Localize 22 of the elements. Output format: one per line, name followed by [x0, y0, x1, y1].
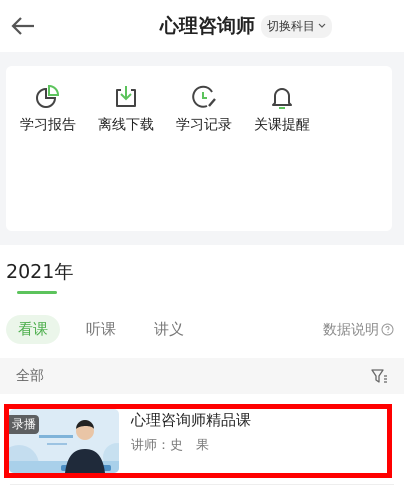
download-icon [113, 84, 139, 110]
switch-subject-button[interactable]: 切换科目 [261, 14, 332, 38]
year-title: 2021年 [6, 260, 74, 285]
shortcut-button[interactable]: 学习报告 [16, 84, 80, 134]
back-icon[interactable] [10, 16, 36, 36]
page-title: 心理咨询师 [160, 14, 255, 39]
shortcut-button[interactable]: 关课提醒 [250, 84, 314, 134]
course-item[interactable]: 录播 心理咨询师精品课 讲师：史 果 [4, 404, 392, 478]
filter-icon[interactable] [370, 367, 388, 385]
course-title: 心理咨询师精品课 [131, 411, 251, 430]
tab[interactable]: 讲义 [142, 315, 196, 344]
shortcut-button[interactable]: 离线下载 [94, 84, 158, 134]
filter-label[interactable]: 全部 [16, 367, 44, 385]
chevron-icon [318, 23, 326, 29]
help-icon [381, 323, 394, 336]
data-note-link[interactable]: 数据说明 [323, 320, 394, 338]
shortcut-button[interactable]: 学习记录 [172, 84, 236, 134]
course-teacher: 讲师：史 果 [131, 437, 210, 454]
clock-icon [191, 84, 217, 110]
tab[interactable]: 听课 [74, 315, 128, 344]
pie-chart-icon [35, 84, 61, 110]
recorded-badge: 录播 [9, 415, 39, 434]
